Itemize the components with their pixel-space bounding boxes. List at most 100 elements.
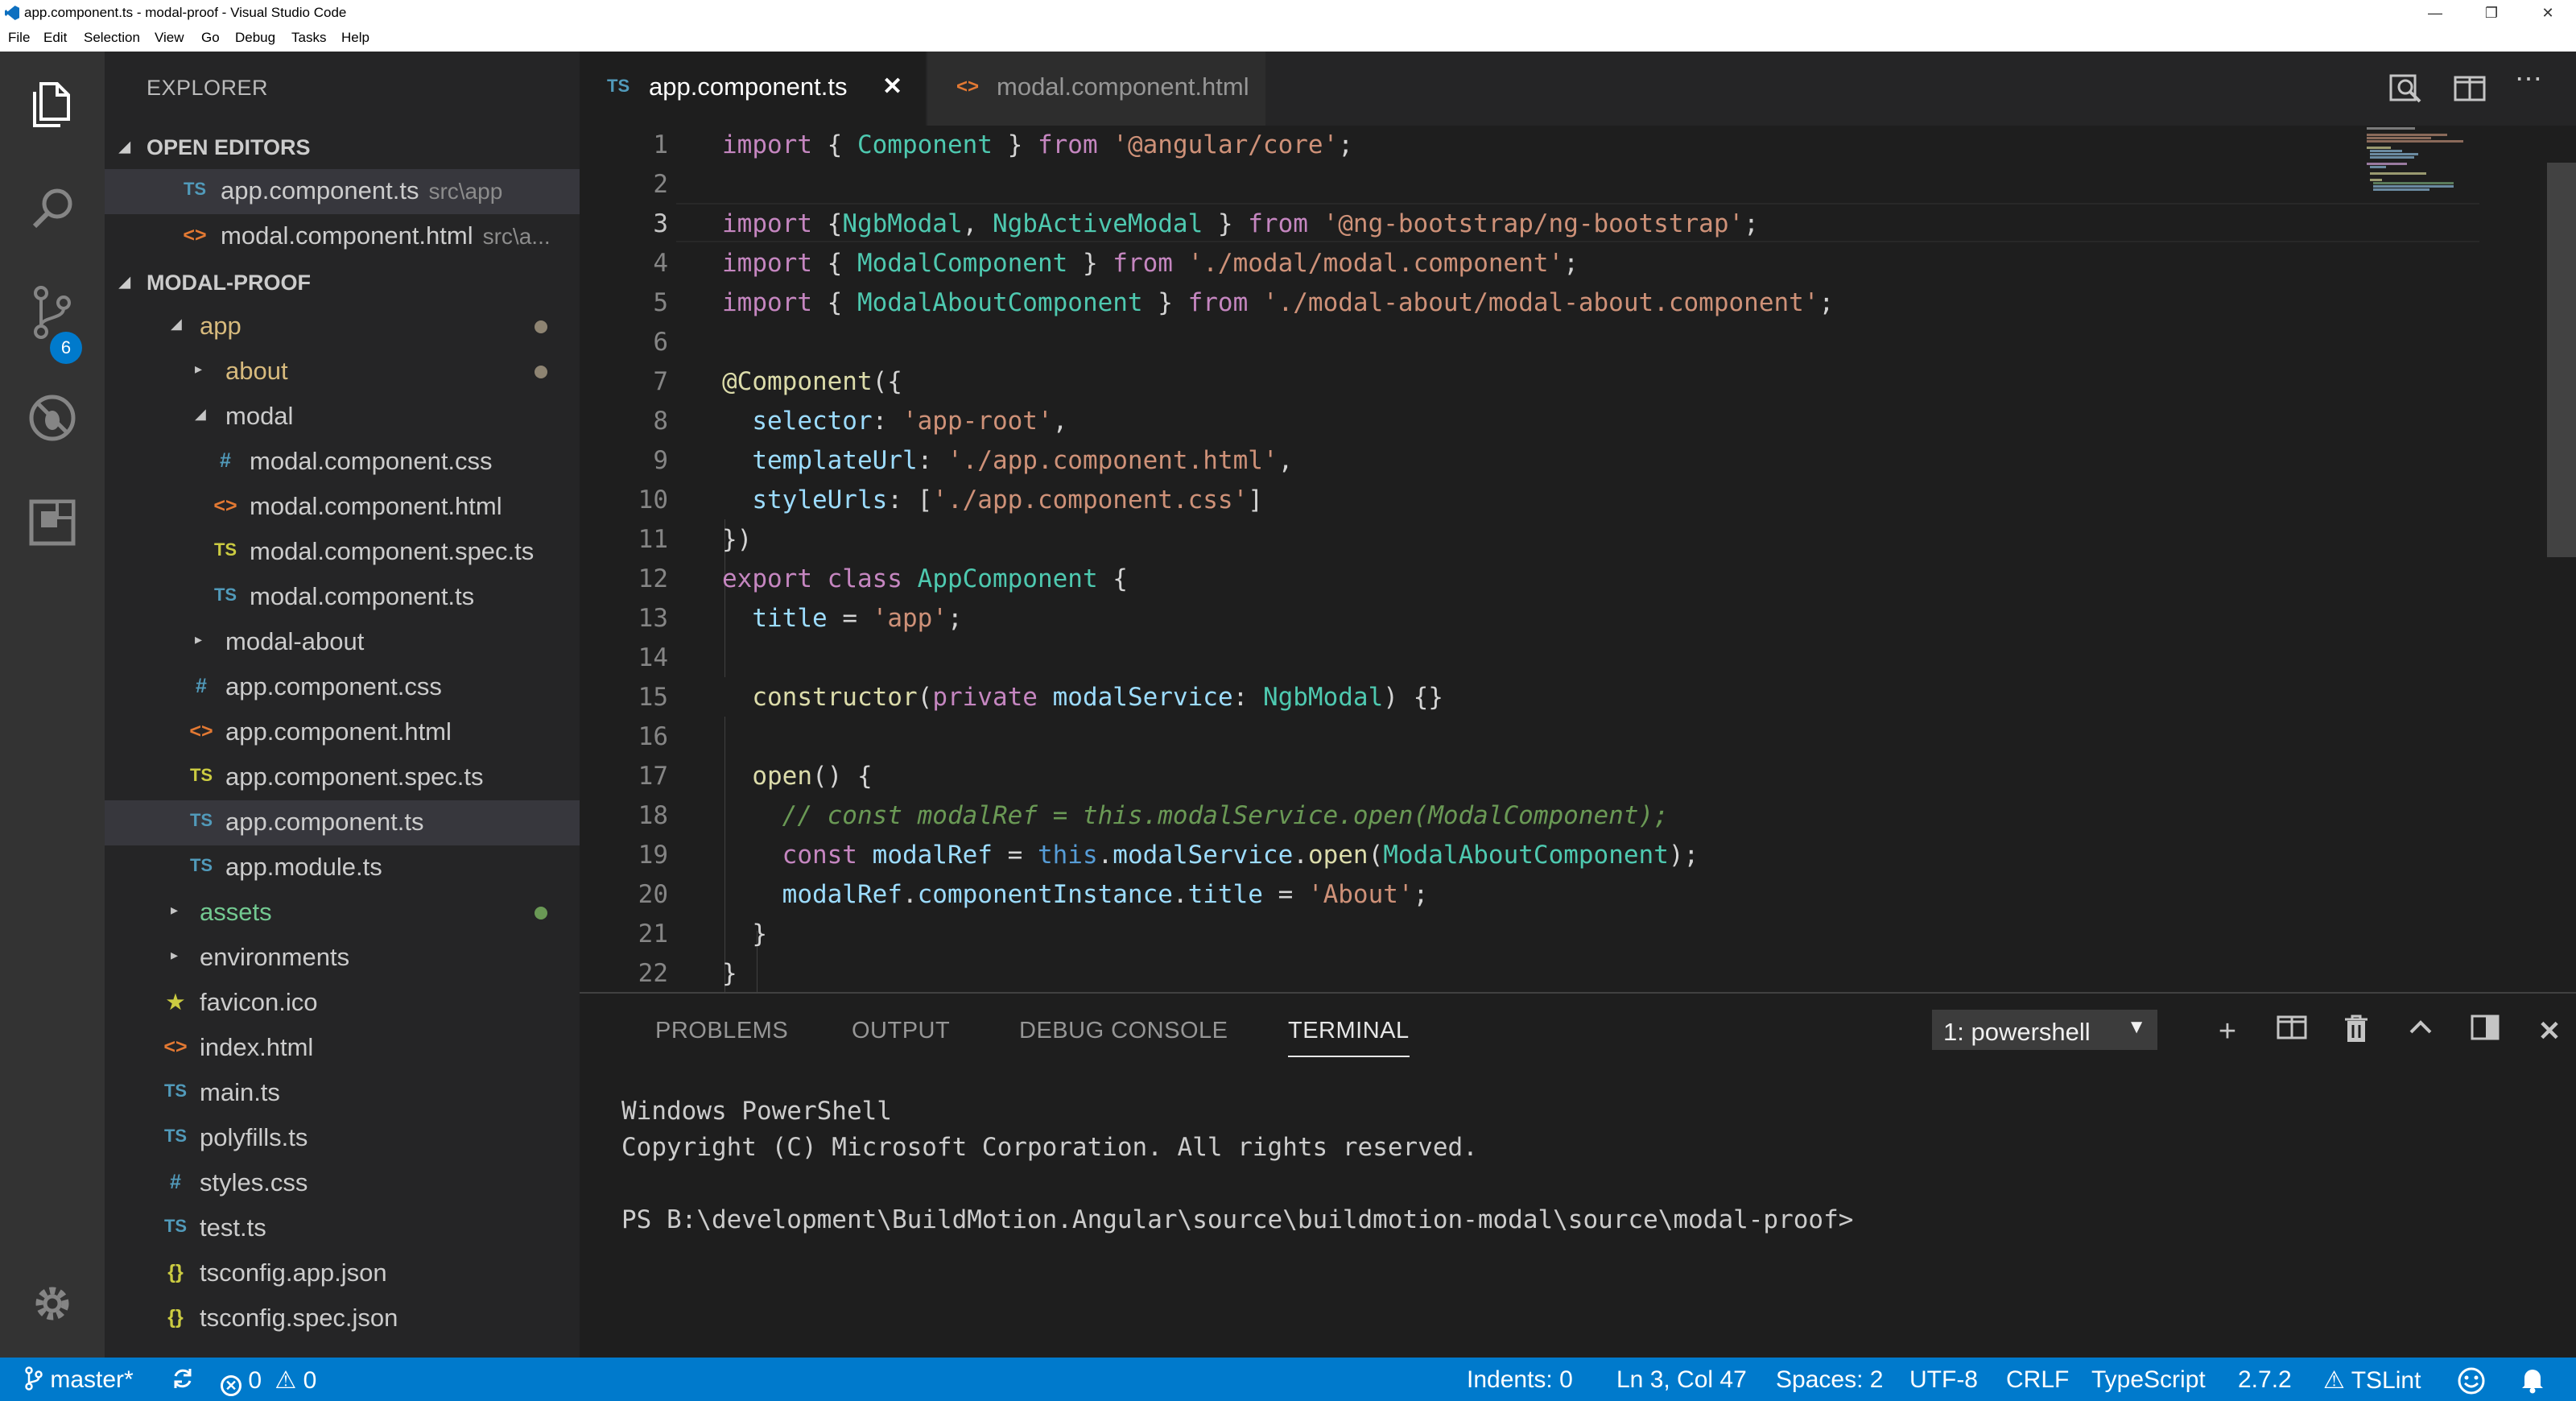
typescript-file-icon: TS bbox=[179, 179, 211, 200]
split-terminal-icon[interactable] bbox=[2273, 1013, 2310, 1050]
eol-item[interactable]: CRLF bbox=[2006, 1366, 2069, 1394]
explorer-icon[interactable] bbox=[0, 60, 105, 148]
open-editor-item[interactable]: <> modal.component.htmlsrc\a... bbox=[105, 214, 580, 259]
menu-help[interactable]: Help bbox=[341, 30, 369, 46]
minimap[interactable] bbox=[2367, 126, 2496, 222]
project-header[interactable]: ◢ MODAL-PROOF bbox=[105, 262, 580, 303]
open-preview-icon[interactable] bbox=[2388, 72, 2428, 105]
menu-view[interactable]: View bbox=[155, 30, 184, 46]
code-editor[interactable]: 1 2 3 4 5 6 7 8 9 10 11 12 13 14 15 16 1… bbox=[580, 126, 2576, 992]
line-number: 13 bbox=[580, 599, 668, 639]
kill-terminal-trash-icon[interactable] bbox=[2338, 1013, 2375, 1050]
open-editor-name: app.component.ts bbox=[221, 176, 419, 205]
tab-output[interactable]: OUTPUT bbox=[852, 1018, 950, 1044]
close-tab-icon[interactable]: ✕ bbox=[882, 72, 902, 101]
indents-item[interactable]: Indents: 0 bbox=[1467, 1366, 1573, 1394]
line-number: 21 bbox=[580, 915, 668, 954]
menu-bar: File Edit Selection View Go Debug Tasks … bbox=[0, 26, 2576, 52]
notifications-bell-icon[interactable] bbox=[2520, 1366, 2545, 1400]
debug-icon[interactable] bbox=[0, 374, 105, 462]
tab-terminal[interactable]: TERMINAL bbox=[1288, 1018, 1410, 1044]
open-editors-header[interactable]: ◢ OPEN EDITORS bbox=[105, 127, 580, 167]
typescript-version[interactable]: 2.7.2 bbox=[2238, 1366, 2292, 1394]
open-editors-label: OPEN EDITORS bbox=[147, 135, 311, 160]
language-mode[interactable]: TypeScript bbox=[2091, 1366, 2206, 1394]
tree-folder-modal-about[interactable]: ▸ modal-about bbox=[105, 620, 580, 665]
tree-file[interactable]: ★ favicon.ico bbox=[105, 981, 580, 1026]
extensions-icon[interactable] bbox=[0, 478, 105, 567]
tree-item-label: favicon.ico bbox=[200, 988, 317, 1017]
tree-folder-assets[interactable]: ▸ assets bbox=[105, 891, 580, 936]
typescript-file-icon: TS bbox=[185, 855, 217, 876]
tree-folder-app[interactable]: ◢ app bbox=[105, 304, 580, 349]
tree-item-label: modal.component.css bbox=[250, 447, 493, 476]
tree-file[interactable]: TS modal.component.ts bbox=[105, 575, 580, 620]
settings-gear-icon[interactable] bbox=[0, 1259, 105, 1348]
modified-dot-icon bbox=[535, 366, 547, 378]
tree-file[interactable]: <> modal.component.html bbox=[105, 485, 580, 530]
tree-file[interactable]: TS test.ts bbox=[105, 1206, 580, 1251]
tab-label: app.component.ts bbox=[649, 72, 847, 101]
open-editor-path: src\a... bbox=[483, 224, 551, 249]
bottom-panel: PROBLEMS OUTPUT DEBUG CONSOLE TERMINAL 1… bbox=[580, 992, 2576, 1358]
tree-file[interactable]: TS main.ts bbox=[105, 1071, 580, 1116]
line-number: 1 bbox=[580, 126, 668, 165]
vscode-window: app.component.ts - modal-proof - Visual … bbox=[0, 0, 2576, 1401]
tree-file[interactable]: # styles.css bbox=[105, 1161, 580, 1206]
warning-icon: ⚠ bbox=[275, 1367, 296, 1394]
tree-folder-about[interactable]: ▸ about bbox=[105, 349, 580, 395]
tab-debug-console[interactable]: DEBUG CONSOLE bbox=[1019, 1018, 1228, 1044]
tree-file[interactable]: <> index.html bbox=[105, 1026, 580, 1071]
menu-tasks[interactable]: Tasks bbox=[291, 30, 326, 46]
scm-badge: 6 bbox=[50, 332, 82, 364]
close-window-icon[interactable]: ✕ bbox=[2520, 0, 2576, 26]
menu-file[interactable]: File bbox=[8, 30, 30, 46]
tree-file-selected[interactable]: TS app.component.ts bbox=[105, 800, 580, 845]
menu-edit[interactable]: Edit bbox=[43, 30, 67, 46]
cursor-position[interactable]: Ln 3, Col 47 bbox=[1616, 1366, 1747, 1394]
open-editor-item[interactable]: TS app.component.tssrc\app bbox=[105, 169, 580, 214]
tree-file[interactable]: # modal.component.css bbox=[105, 440, 580, 485]
spaces-item[interactable]: Spaces: 2 bbox=[1776, 1366, 1883, 1394]
tree-file[interactable]: TS modal.component.spec.ts bbox=[105, 530, 580, 575]
close-panel-icon[interactable]: ✕ bbox=[2531, 1013, 2568, 1050]
tab-modal-component-html[interactable]: <> modal.component.html bbox=[927, 52, 1265, 126]
toggle-panel-position-icon[interactable] bbox=[2467, 1013, 2504, 1050]
tree-file[interactable]: <> app.component.html bbox=[105, 710, 580, 755]
tree-file[interactable]: # app.component.css bbox=[105, 665, 580, 710]
split-editor-icon[interactable] bbox=[2452, 72, 2492, 105]
tab-problems[interactable]: PROBLEMS bbox=[655, 1018, 788, 1044]
problems-summary[interactable]: ✕ 0 ⚠ 0 bbox=[221, 1366, 316, 1396]
activity-bar: 6 bbox=[0, 52, 105, 1358]
menu-selection[interactable]: Selection bbox=[84, 30, 140, 46]
more-actions-icon[interactable]: ⋯ bbox=[2515, 63, 2555, 95]
feedback-smiley-icon[interactable] bbox=[2457, 1366, 2486, 1401]
tree-file[interactable]: TS app.component.spec.ts bbox=[105, 755, 580, 800]
tree-file[interactable]: TS polyfills.ts bbox=[105, 1116, 580, 1161]
tree-file[interactable]: {} tsconfig.app.json bbox=[105, 1251, 580, 1296]
restore-icon[interactable]: ❐ bbox=[2463, 0, 2520, 26]
menu-go[interactable]: Go bbox=[201, 30, 220, 46]
tab-app-component-ts[interactable]: TS app.component.ts bbox=[580, 52, 926, 126]
typescript-spec-file-icon: TS bbox=[185, 765, 217, 786]
editor-scrollbar[interactable] bbox=[2547, 163, 2576, 557]
new-terminal-icon[interactable]: + bbox=[2209, 1013, 2246, 1050]
tree-file[interactable]: TS app.module.ts bbox=[105, 845, 580, 891]
minimize-icon[interactable]: — bbox=[2407, 0, 2463, 26]
modified-dot-icon bbox=[535, 320, 547, 333]
typescript-file-icon: TS bbox=[209, 585, 242, 605]
terminal-prompt[interactable]: PS B:\development\BuildMotion.Angular\so… bbox=[621, 1205, 1853, 1234]
search-icon[interactable] bbox=[0, 164, 105, 253]
tree-file[interactable]: {} tsconfig.spec.json bbox=[105, 1296, 580, 1341]
tree-folder-environments[interactable]: ▸ environments bbox=[105, 936, 580, 981]
encoding-item[interactable]: UTF-8 bbox=[1909, 1366, 1978, 1394]
tree-item-label: modal-about bbox=[225, 627, 364, 656]
terminal-selector[interactable]: 1: powershell ▼ bbox=[1932, 1010, 2157, 1050]
maximize-panel-chevron-up-icon[interactable] bbox=[2402, 1013, 2439, 1050]
tslint-item[interactable]: ⚠ TSLint bbox=[2323, 1366, 2421, 1395]
source-control-icon[interactable]: 6 bbox=[0, 269, 105, 357]
git-branch-item[interactable]: master* bbox=[24, 1366, 134, 1394]
sync-icon[interactable] bbox=[171, 1366, 195, 1397]
tree-folder-modal[interactable]: ◢ modal bbox=[105, 395, 580, 440]
menu-debug[interactable]: Debug bbox=[235, 30, 275, 46]
